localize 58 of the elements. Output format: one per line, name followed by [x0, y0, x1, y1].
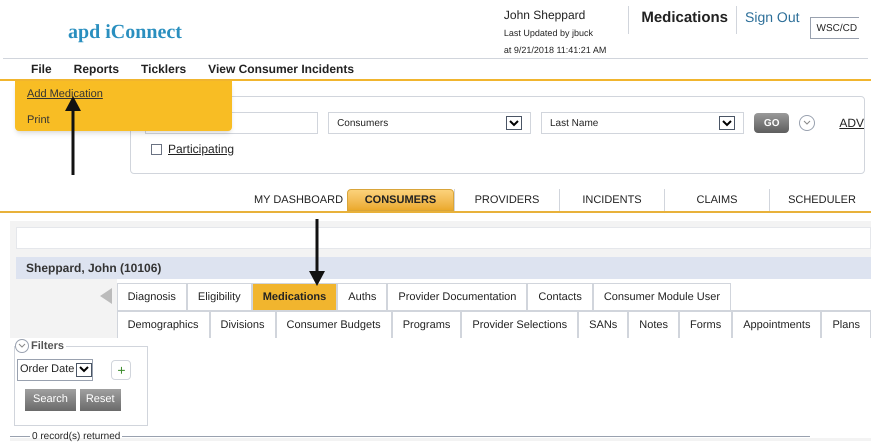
filter-select[interactable]: Order Date	[17, 358, 94, 380]
menu-item[interactable]: View Consumer Incidents	[208, 60, 354, 78]
menu-item[interactable]: Reports	[74, 60, 120, 78]
menu-item[interactable]: Ticklers	[141, 60, 186, 78]
dropdown-item[interactable]: Add Medication	[27, 86, 232, 102]
caret-icon	[79, 366, 90, 373]
type-select[interactable]: Consumers	[328, 112, 531, 134]
role-field[interactable]: WSC/CD	[810, 17, 860, 39]
caret-icon	[509, 120, 519, 126]
reset-button[interactable]: Reset	[80, 388, 121, 410]
dropdown-button[interactable]	[76, 362, 92, 376]
dropdown-button[interactable]	[506, 116, 522, 130]
consumer-header: Sheppard, John (10106)	[16, 257, 871, 279]
tab[interactable]: Contacts	[527, 283, 593, 310]
tab[interactable]: Divisions	[210, 311, 276, 338]
search-button[interactable]: Search	[25, 388, 76, 410]
logo: apd iConnect	[68, 20, 182, 45]
dropdown-item[interactable]: Print	[27, 112, 232, 128]
participating-checkbox[interactable]	[151, 144, 162, 154]
go-button[interactable]: GO	[754, 113, 790, 133]
tab[interactable]: Medications	[252, 283, 338, 310]
tab[interactable]: Provider Documentation	[387, 283, 528, 310]
participating-label[interactable]: Participating	[168, 140, 234, 158]
advanced-link[interactable]: ADV	[839, 114, 864, 132]
updated-at: at 9/21/2018 11:41:21 AM	[504, 44, 606, 56]
annotation-arrow	[307, 219, 327, 287]
page-title: Medications	[641, 9, 728, 26]
user-name: John Sheppard	[504, 7, 586, 24]
caret-icon	[722, 120, 732, 126]
sign-out-link[interactable]: Sign Out	[745, 9, 800, 25]
dropdown-button[interactable]	[718, 116, 735, 130]
tab[interactable]: Consumer Budgets	[276, 311, 392, 338]
tab[interactable]: Consumer Module User	[592, 283, 731, 310]
tab[interactable]: Appointments	[732, 311, 822, 338]
nav-tab[interactable]: PROVIDERS	[454, 189, 559, 211]
nav-tab[interactable]: MY DASHBOARD	[242, 189, 347, 211]
updated-by: Last Updated by jbuck	[504, 27, 594, 40]
menu-item[interactable]: File	[31, 60, 52, 78]
nav-tab[interactable]: CONSUMERS	[347, 189, 454, 211]
collapse-icon[interactable]	[15, 339, 29, 354]
tab[interactable]: Notes	[628, 311, 680, 338]
tab[interactable]: Provider Selections	[461, 311, 578, 338]
tab[interactable]: Auths	[337, 283, 388, 310]
field-select[interactable]: Last Name	[541, 112, 744, 134]
tab[interactable]: Forms	[679, 311, 732, 338]
records-count: 0 record(s) returned	[31, 430, 122, 444]
tab[interactable]: Demographics	[116, 311, 210, 338]
expand-icon[interactable]	[799, 115, 816, 131]
tab[interactable]: Diagnosis	[116, 283, 187, 310]
filters-title: Filters	[31, 339, 64, 354]
tab[interactable]: Eligibility	[186, 283, 252, 310]
add-filter-button[interactable]: +	[111, 360, 132, 380]
nav-tab[interactable]: CLAIMS	[664, 189, 769, 211]
tab[interactable]: Programs	[392, 311, 462, 338]
nav-tab[interactable]: INCIDENTS	[559, 189, 664, 211]
tab[interactable]: SANs	[578, 311, 628, 338]
nav-tab[interactable]: SCHEDULER	[769, 189, 871, 211]
tab[interactable]: Plans	[821, 311, 871, 338]
